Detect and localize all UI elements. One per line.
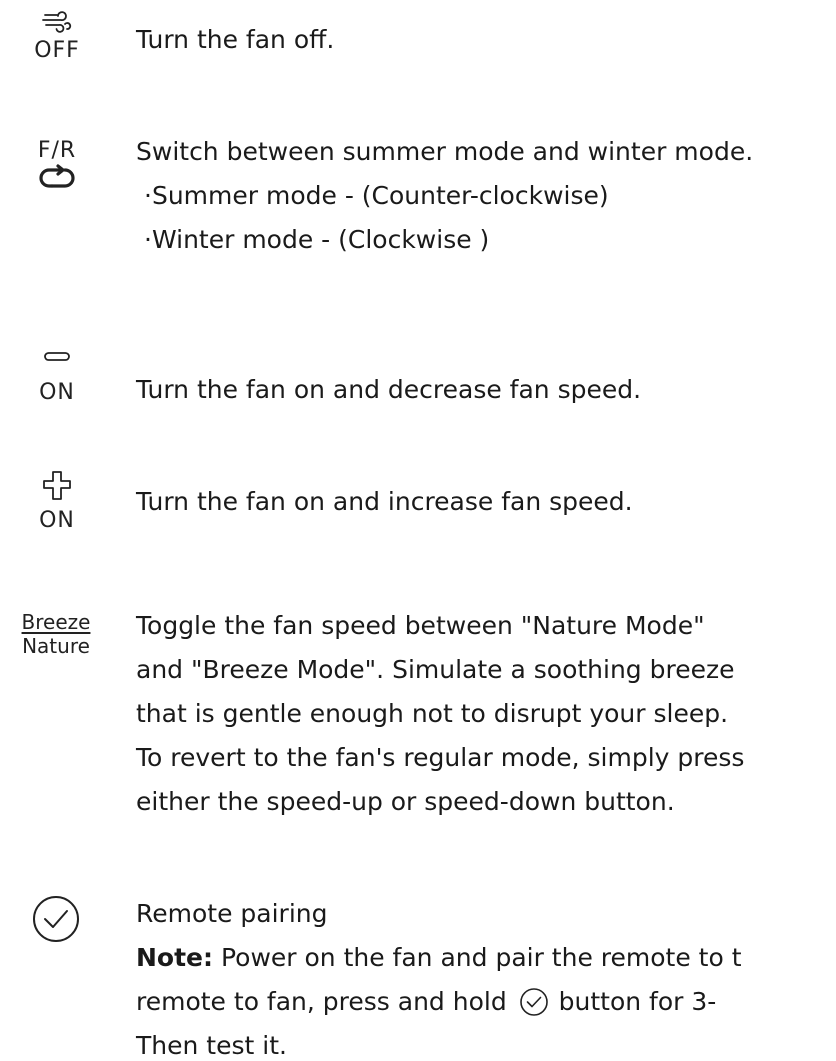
pairing-hold-line: remote to fan, press and hold button for… xyxy=(136,980,742,1024)
plus-icon-label: ON xyxy=(39,508,75,533)
pairing-title: Remote pairing xyxy=(136,899,328,928)
instruction-page: OFF Turn the fan off. F/R Switch between… xyxy=(0,0,836,1061)
plus-button-icon: ON xyxy=(24,470,90,532)
nature-label: Nature xyxy=(22,634,90,658)
plus-description: Turn the fan on and increase fan speed. xyxy=(136,480,633,524)
breeze-label: Breeze xyxy=(21,610,91,634)
fr-button-icon: F/R xyxy=(24,140,90,192)
plus-icon xyxy=(43,471,71,500)
off-text: Turn the fan off. xyxy=(136,25,335,54)
fr-text: Switch between summer mode and winter mo… xyxy=(136,137,754,166)
pairing-note-line: Note: Power on the fan and pair the remo… xyxy=(136,936,742,980)
check-circle-inline-icon xyxy=(519,988,548,1016)
off-button-icon: OFF xyxy=(24,10,90,62)
breeze-description: Toggle the fan speed between "Nature Mod… xyxy=(136,604,744,824)
pairing-test-line: Then test it. xyxy=(136,1031,287,1060)
breeze-line-4: To revert to the fan's regular mode, sim… xyxy=(136,743,745,772)
check-circle-icon xyxy=(33,896,79,942)
breeze-line-3: that is gentle enough not to disrupt you… xyxy=(136,699,729,728)
breeze-line-2: and "Breeze Mode". Simulate a soothing b… xyxy=(136,655,735,684)
hold-text-before: remote to fan, press and hold xyxy=(136,987,515,1016)
fr-icon-label: F/R xyxy=(37,138,77,163)
reverse-loop-icon xyxy=(39,164,75,188)
minus-text: Turn the fan on and decrease fan speed. xyxy=(136,375,642,404)
breeze-line-1: Toggle the fan speed between "Nature Mod… xyxy=(136,611,705,640)
off-description: Turn the fan off. xyxy=(136,18,334,62)
summer-mode-item: ·Summer mode - (Counter-clockwise) xyxy=(144,181,609,210)
breeze-nature-button-icon: Breeze Nature xyxy=(4,612,108,656)
minus-description: Turn the fan on and decrease fan speed. xyxy=(136,368,641,412)
fr-description: Switch between summer mode and winter mo… xyxy=(136,130,753,262)
breeze-line-5: either the speed-up or speed-down button… xyxy=(136,787,675,816)
off-icon-label: OFF xyxy=(34,38,80,63)
note-text: Power on the fan and pair the remote to … xyxy=(213,943,742,972)
winter-mode-item: ·Winter mode - (Clockwise ) xyxy=(144,225,490,254)
fan-wind-icon xyxy=(42,11,72,33)
plus-text: Turn the fan on and increase fan speed. xyxy=(136,487,633,516)
note-label: Note: xyxy=(136,943,214,972)
minus-icon-label: ON xyxy=(39,380,75,405)
minus-icon xyxy=(44,352,70,361)
pairing-button-icon xyxy=(26,894,86,944)
minus-button-icon: ON xyxy=(24,350,90,404)
hold-text-after: button for 3- xyxy=(558,987,717,1016)
pairing-description: Remote pairing Note: Power on the fan an… xyxy=(136,892,742,1061)
